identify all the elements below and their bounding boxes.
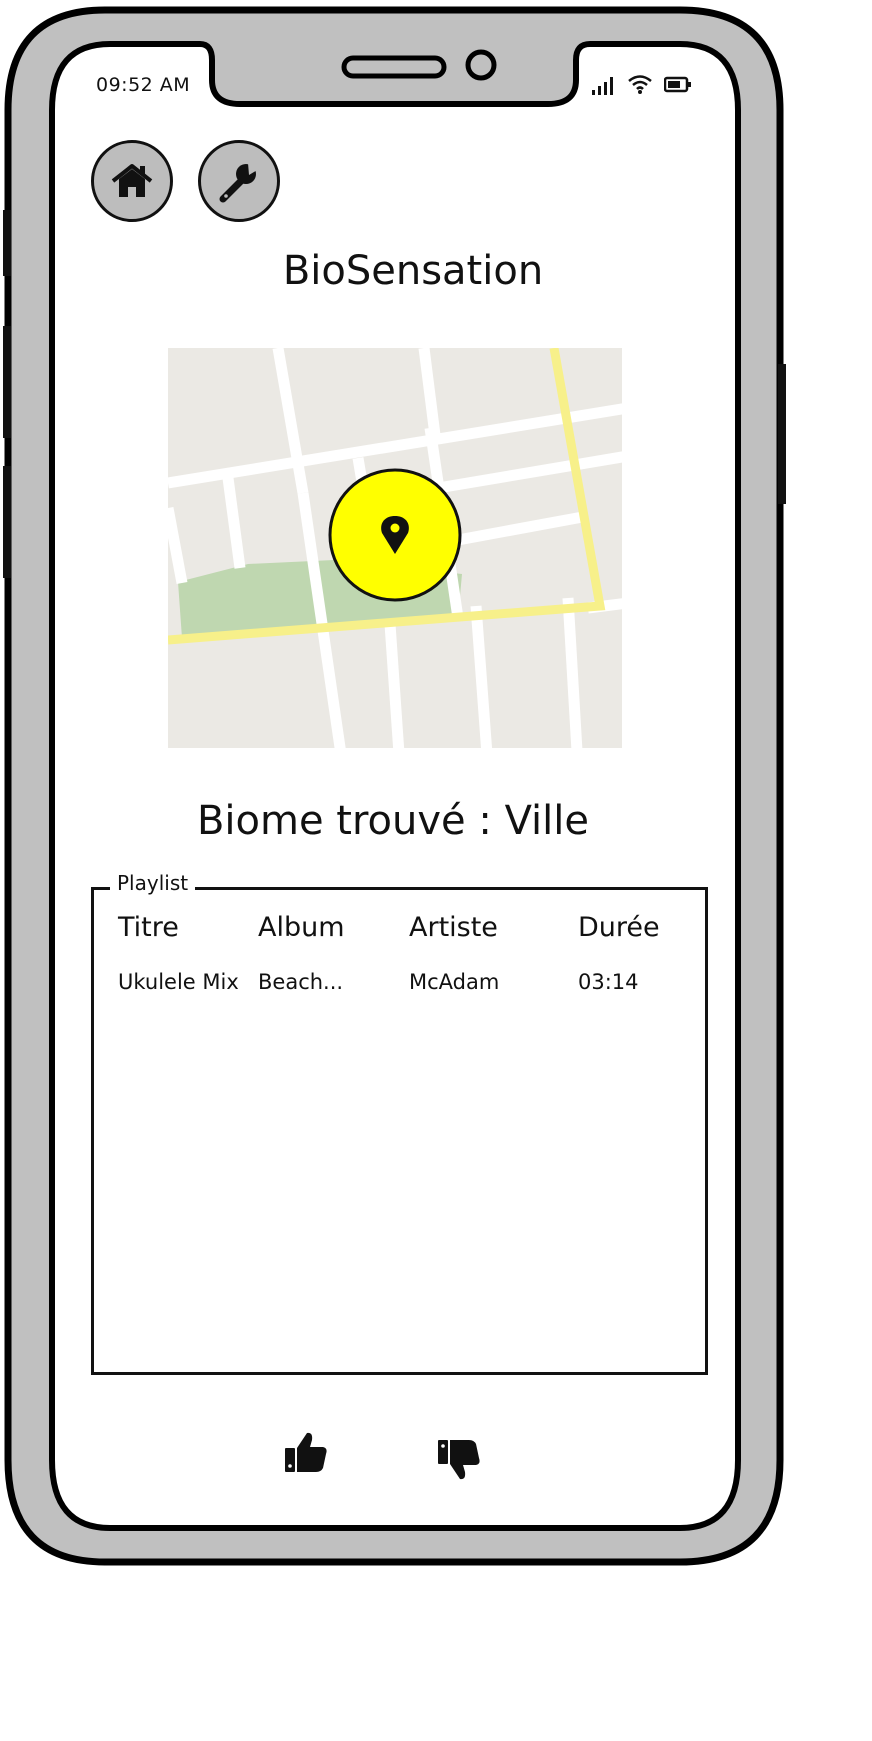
row-artist: McAdam — [409, 970, 500, 994]
row-album: Beach... — [258, 970, 344, 994]
front-camera — [465, 49, 497, 81]
wifi-icon — [628, 75, 652, 94]
biome-result: Biome trouvé : Ville — [196, 798, 589, 844]
column-header-artist[interactable]: Artiste — [409, 912, 498, 943]
row-title: Ukulele Mix — [118, 970, 239, 994]
side-button — [778, 364, 786, 504]
speaker-grille — [341, 55, 447, 79]
battery-icon — [664, 76, 691, 93]
location-marker[interactable] — [328, 468, 462, 602]
row-duration: 03:14 — [578, 970, 639, 994]
page-title: BioSensation — [282, 248, 544, 294]
playlist-legend: Playlist — [110, 871, 196, 895]
signal-icon — [592, 77, 613, 95]
dislike-button[interactable] — [436, 1436, 482, 1482]
playlist-panel — [91, 887, 708, 1375]
like-button[interactable] — [283, 1430, 329, 1476]
column-header-album[interactable]: Album — [258, 912, 345, 943]
status-time: 09:52 AM — [96, 74, 191, 96]
home-button[interactable] — [91, 140, 173, 222]
thumbs-down-icon — [438, 1440, 480, 1480]
column-header-duration[interactable]: Durée — [578, 912, 660, 943]
column-header-title[interactable]: Titre — [118, 912, 179, 943]
location-pin-icon — [328, 468, 462, 602]
side-button — [3, 466, 11, 578]
settings-button[interactable] — [198, 140, 280, 222]
wrench-icon — [219, 163, 259, 203]
home-icon — [111, 164, 153, 197]
thumbs-up-icon — [285, 1432, 327, 1472]
side-button — [3, 326, 11, 438]
